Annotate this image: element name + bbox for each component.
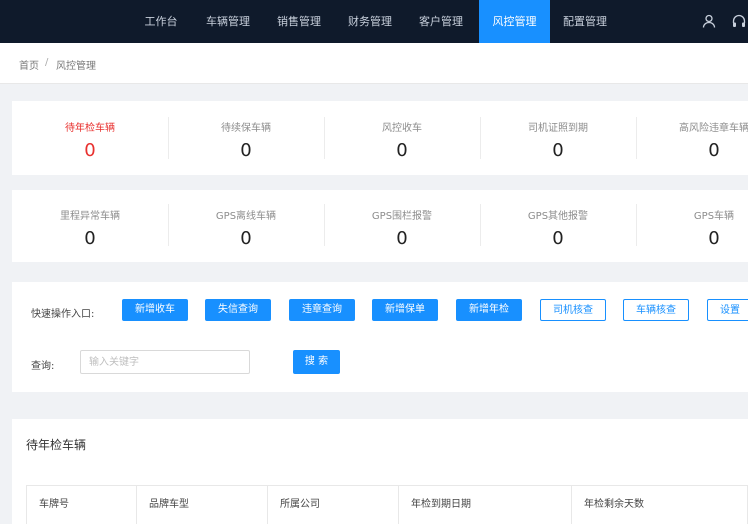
add-recovery-button[interactable]: 新增收车 xyxy=(122,299,188,321)
breadcrumb-current: 风控管理 xyxy=(56,61,96,72)
stat-value: 0 xyxy=(396,228,408,249)
nav-item-customers[interactable]: 客户管理 xyxy=(412,0,470,43)
stats-card-gps: 里程异常车辆 0 GPS离线车辆 0 GPS围栏报警 0 GPS其他报警 0 G… xyxy=(12,190,748,262)
stat-gps-fence-alarm[interactable]: GPS围栏报警 0 xyxy=(324,207,480,249)
nav-item-risk-control[interactable]: 风控管理 xyxy=(479,0,550,43)
quick-ops-label: 快速操作入口: xyxy=(31,309,95,320)
column-header-company[interactable]: 所属公司 xyxy=(268,486,399,524)
add-inspection-button[interactable]: 新增年检 xyxy=(456,299,522,321)
table-header: 车牌号 品牌车型 所属公司 年检到期日期 年检剩余天数 xyxy=(26,485,748,524)
stat-gps-offline[interactable]: GPS离线车辆 0 xyxy=(168,207,324,249)
stat-value: 0 xyxy=(240,228,252,249)
nav-item-finance[interactable]: 财务管理 xyxy=(341,0,399,43)
stat-label: GPS车辆 xyxy=(693,211,735,222)
stat-value: 0 xyxy=(84,140,96,161)
stat-gps-other-alarm[interactable]: GPS其他报警 0 xyxy=(480,207,636,249)
stat-value: 0 xyxy=(240,140,252,161)
search-label: 查询: xyxy=(31,361,55,372)
nav-item-vehicles[interactable]: 车辆管理 xyxy=(199,0,257,43)
violation-query-button[interactable]: 违章查询 xyxy=(289,299,355,321)
user-icon[interactable] xyxy=(701,13,717,29)
quick-ops-panel: 快速操作入口: 新增收车 失信查询 违章查询 新增保单 新增年检 司机核查 车辆… xyxy=(12,282,748,392)
column-header-model[interactable]: 品牌车型 xyxy=(137,486,268,524)
stat-label: 风控收车 xyxy=(382,123,422,134)
stat-value: 0 xyxy=(552,228,564,249)
stat-value: 0 xyxy=(84,228,96,249)
stat-label: 高风险违章车辆 xyxy=(679,123,748,134)
stat-high-risk-violation[interactable]: 高风险违章车辆 0 xyxy=(636,119,748,161)
stat-driver-license-expiry[interactable]: 司机证照到期 0 xyxy=(480,119,636,161)
stat-label: GPS其他报警 xyxy=(527,211,589,222)
stat-value: 0 xyxy=(552,140,564,161)
breadcrumb-home[interactable]: 首页 xyxy=(19,57,39,72)
settings-button[interactable]: 设置 xyxy=(707,299,748,321)
top-nav: 工作台 车辆管理 销售管理 财务管理 客户管理 风控管理 配置管理 xyxy=(0,0,750,43)
nav-item-sales[interactable]: 销售管理 xyxy=(270,0,328,43)
stat-pending-renewal[interactable]: 待续保车辆 0 xyxy=(168,119,324,161)
search-input[interactable] xyxy=(80,350,250,374)
stats-card-primary: 待年检车辆 0 待续保车辆 0 风控收车 0 司机证照到期 0 高风险违章车辆 … xyxy=(12,101,748,175)
search-button[interactable]: 搜 索 xyxy=(293,350,340,374)
column-header-days-left[interactable]: 年检剩余天数 xyxy=(572,486,748,524)
stat-label: 待续保车辆 xyxy=(221,123,271,134)
breadcrumb-separator: / xyxy=(45,57,49,68)
stat-value: 0 xyxy=(708,140,720,161)
pending-inspection-panel: 待年检车辆 车牌号 品牌车型 所属公司 年检到期日期 年检剩余天数 xyxy=(12,419,748,524)
stat-label: GPS离线车辆 xyxy=(215,211,277,222)
headset-icon[interactable] xyxy=(731,13,747,29)
driver-check-button[interactable]: 司机核查 xyxy=(540,299,606,321)
section-title: 待年检车辆 xyxy=(26,438,87,452)
nav-item-workbench[interactable]: 工作台 xyxy=(136,0,186,43)
add-policy-button[interactable]: 新增保单 xyxy=(372,299,438,321)
stat-value: 0 xyxy=(708,228,720,249)
stat-mileage-anomaly[interactable]: 里程异常车辆 0 xyxy=(12,207,168,249)
stat-gps-vehicles[interactable]: GPS车辆 0 xyxy=(636,207,748,249)
stat-pending-inspection[interactable]: 待年检车辆 0 xyxy=(12,119,168,161)
stat-label: GPS围栏报警 xyxy=(371,211,433,222)
stat-value: 0 xyxy=(396,140,408,161)
vehicle-check-button[interactable]: 车辆核查 xyxy=(623,299,689,321)
stat-label: 里程异常车辆 xyxy=(60,211,120,222)
stat-label: 司机证照到期 xyxy=(528,123,588,134)
credit-check-button[interactable]: 失信查询 xyxy=(205,299,271,321)
column-header-plate[interactable]: 车牌号 xyxy=(27,486,137,524)
stat-risk-recovery[interactable]: 风控收车 0 xyxy=(324,119,480,161)
stat-label: 待年检车辆 xyxy=(65,123,115,134)
nav-item-config[interactable]: 配置管理 xyxy=(556,0,614,43)
column-header-expiry-date[interactable]: 年检到期日期 xyxy=(399,486,572,524)
breadcrumb: 首页 / 风控管理 xyxy=(0,43,748,84)
